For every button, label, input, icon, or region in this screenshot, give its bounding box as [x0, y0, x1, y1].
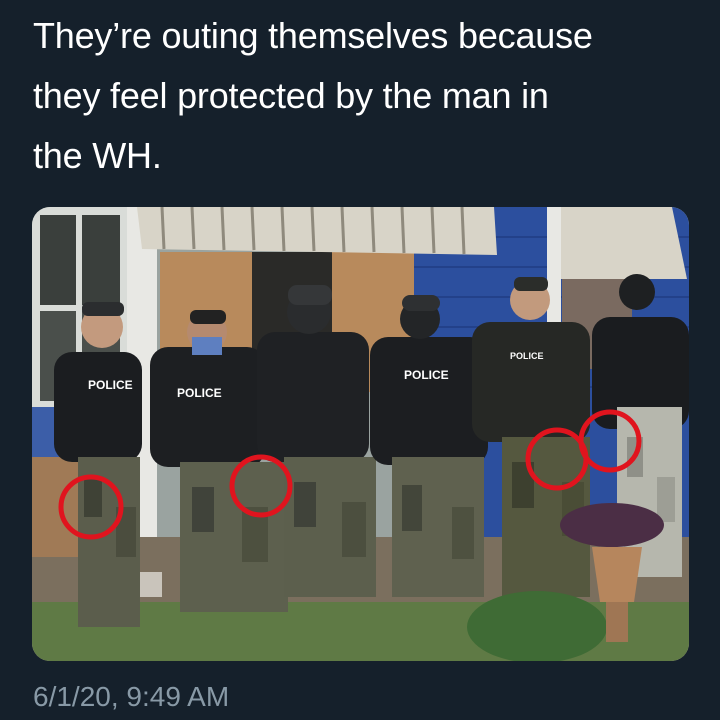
tweet-text-line: they feel protected by the man in [33, 75, 549, 116]
window-pane [82, 215, 120, 305]
vest-label: POLICE [404, 368, 449, 382]
urn-planter [592, 547, 642, 602]
window-pane [40, 215, 76, 305]
tweet-text-line: the WH. [33, 135, 162, 176]
vest-label: POLICE [88, 378, 133, 392]
tweet-text: They’re outing themselves because they f… [33, 6, 703, 186]
urn-stand [606, 602, 628, 642]
vest-label: POLICE [177, 386, 222, 400]
awning-right [547, 207, 687, 279]
tweet-media-photo[interactable]: POLICE POLICE POLICE POLICE [32, 207, 689, 661]
tweet-timestamp[interactable]: 6/1/20, 9:49 AM [33, 680, 229, 714]
tweet-text-line: They’re outing themselves because [33, 15, 593, 56]
shrub [467, 591, 607, 661]
planter-flowers [560, 503, 664, 547]
photo-illustration: POLICE POLICE POLICE POLICE [32, 207, 689, 661]
vest-label: POLICE [510, 351, 544, 361]
